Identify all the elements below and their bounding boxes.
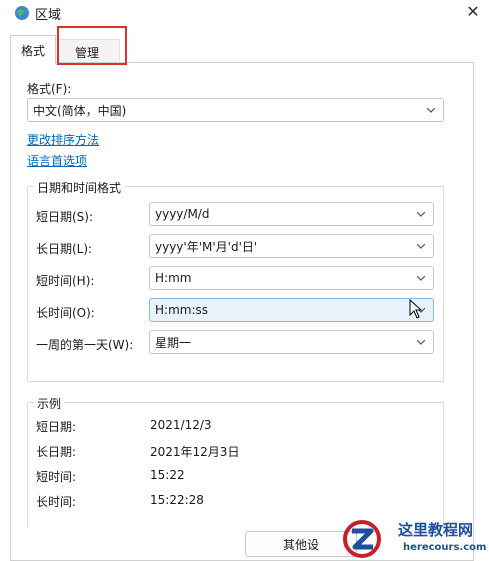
close-button[interactable]: ✕ (462, 2, 484, 22)
watermark-subtitle: herecours.com (403, 542, 487, 553)
example-short-time-label: 短时间: (36, 470, 77, 484)
chevron-down-icon (417, 211, 425, 217)
short-time-label: 短时间(H): (36, 274, 95, 288)
mouse-cursor-icon (409, 299, 423, 319)
tab-format[interactable]: 格式 (10, 35, 56, 64)
example-long-time-value: 15:22:28 (150, 493, 204, 507)
long-date-value: yyyy'年'M'月'd'日' (155, 239, 258, 254)
datetime-group-title: 日期和时间格式 (34, 179, 125, 196)
example-group (27, 402, 444, 528)
format-label: 格式(F): (27, 82, 72, 96)
short-date-value: yyyy/M/d (155, 207, 210, 221)
example-short-time-value: 15:22 (150, 468, 185, 482)
long-time-value: H:mm:ss (155, 303, 208, 317)
long-time-label: 长时间(O): (36, 306, 95, 320)
first-day-value: 星期一 (155, 335, 192, 350)
format-select-value: 中文(简体，中国) (33, 103, 127, 118)
example-short-date-label: 短日期: (36, 420, 77, 434)
short-date-label: 短日期(S): (36, 210, 94, 224)
watermark-logo-icon (343, 520, 381, 558)
first-day-label: 一周的第一天(W): (36, 338, 134, 352)
window-title: 区域 (35, 8, 62, 23)
change-sort-link[interactable]: 更改排序方法 (27, 131, 99, 148)
short-time-select[interactable]: H:mm (149, 266, 434, 290)
language-preferences-link[interactable]: 语言首选项 (27, 152, 87, 169)
globe-icon (15, 6, 29, 20)
long-date-label: 长日期(L): (36, 242, 93, 256)
first-day-select[interactable]: 星期一 (149, 330, 434, 354)
example-short-date-value: 2021/12/3 (150, 418, 212, 432)
chevron-down-icon (417, 243, 425, 249)
other-settings-button[interactable]: 其他设 (245, 531, 357, 557)
short-time-value: H:mm (155, 271, 192, 285)
example-long-time-label: 长时间: (36, 495, 77, 509)
example-group-title: 示例 (34, 395, 65, 412)
chevron-down-icon (427, 107, 435, 113)
example-long-date-value: 2021年12月3日 (150, 445, 240, 459)
format-select[interactable]: 中文(简体，中国) (27, 98, 444, 122)
short-date-select[interactable]: yyyy/M/d (149, 202, 434, 226)
tab-manage[interactable]: 管理 (54, 39, 120, 64)
chevron-down-icon (417, 339, 425, 345)
watermark-title: 这里教程网 (398, 521, 474, 539)
example-long-date-label: 长日期: (36, 445, 77, 459)
chevron-down-icon (417, 275, 425, 281)
long-date-select[interactable]: yyyy'年'M'月'd'日' (149, 234, 434, 258)
long-time-select[interactable]: H:mm:ss (149, 298, 434, 322)
